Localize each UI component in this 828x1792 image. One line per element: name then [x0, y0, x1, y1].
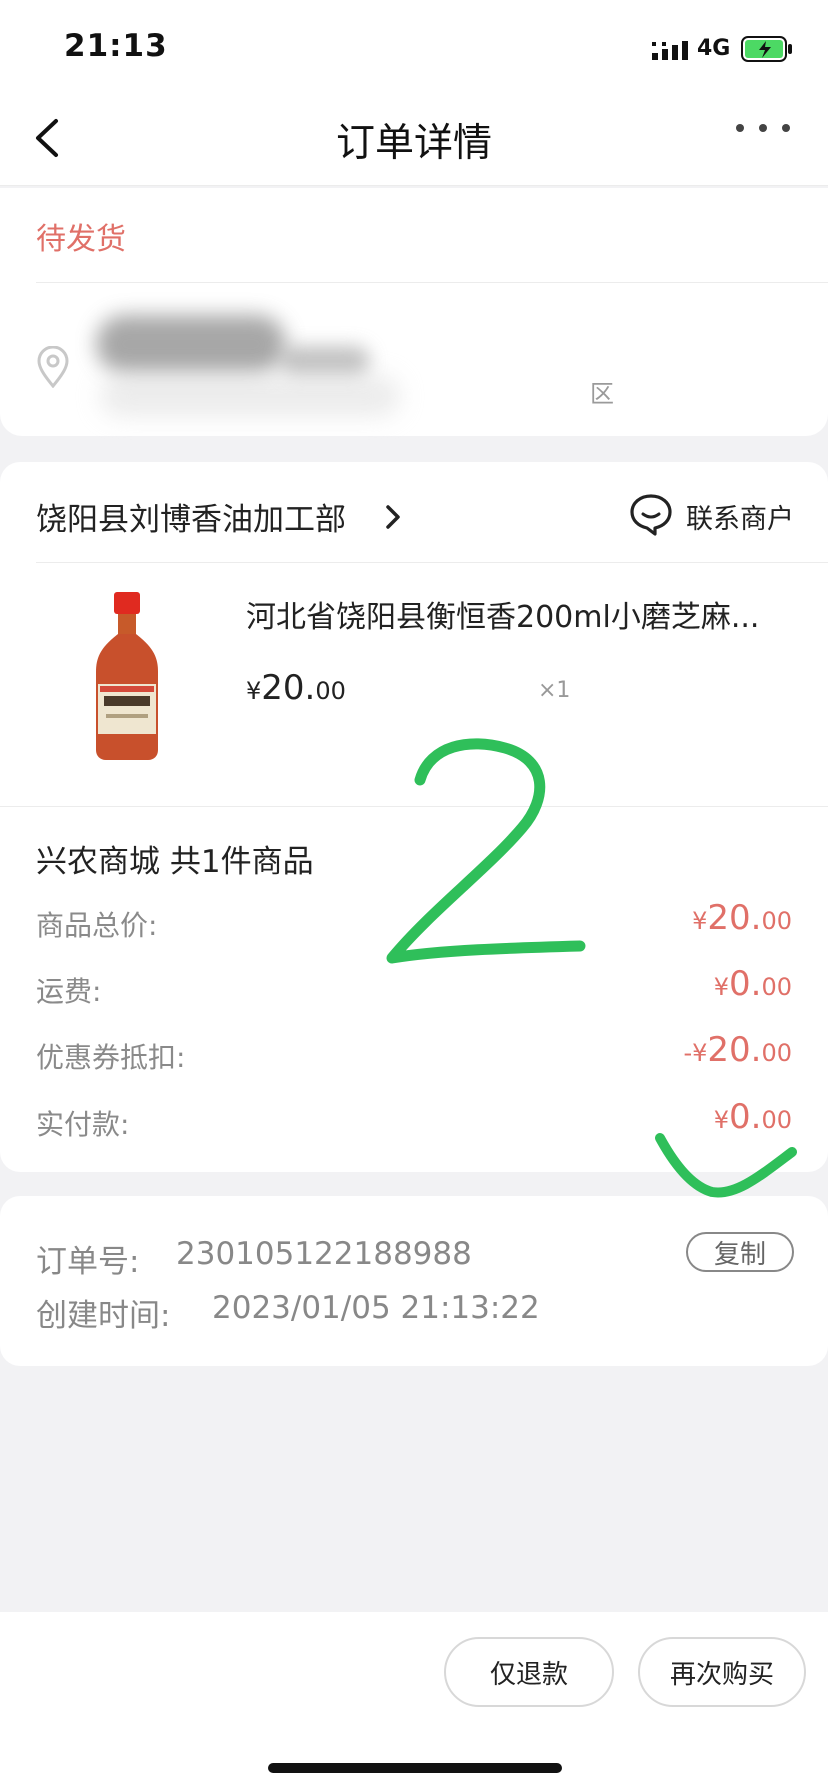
- shop-name[interactable]: 饶阳县刘博香油加工部: [36, 494, 346, 539]
- summary-row-value: -¥20.00: [683, 1030, 792, 1070]
- divider: [0, 806, 828, 807]
- summary-row-value: ¥0.00: [713, 1097, 792, 1137]
- page-title: 订单详情: [335, 121, 492, 166]
- more-dots-icon[interactable]: [732, 118, 794, 138]
- created-time: 2023/01/05 21:13:22: [212, 1290, 540, 1326]
- signal-bars-icon: [652, 41, 688, 60]
- order-status: 待发货: [36, 222, 126, 257]
- summary-row-label: 运费:: [36, 975, 102, 1008]
- chevron-right-icon[interactable]: [382, 502, 404, 532]
- contact-merchant-label[interactable]: 联系商户: [686, 497, 794, 536]
- location-pin-icon: [37, 346, 69, 388]
- status-time: 21:13: [64, 28, 168, 64]
- address-fragment: 区: [590, 380, 614, 408]
- redacted-address: [96, 315, 286, 373]
- refund-only-button[interactable]: 仅退款: [444, 1637, 614, 1707]
- order-info-card: [0, 1196, 828, 1366]
- buy-again-button[interactable]: 再次购买: [638, 1637, 806, 1707]
- summary-row-value: ¥20.00: [692, 898, 792, 938]
- home-indicator[interactable]: [268, 1763, 562, 1773]
- copy-button[interactable]: 复制: [686, 1232, 794, 1272]
- battery-charging-icon: [741, 36, 792, 62]
- divider: [36, 282, 828, 283]
- product-name[interactable]: 河北省饶阳县衡恒香200ml小磨芝麻...: [246, 592, 786, 636]
- product-image[interactable]: [90, 592, 164, 760]
- divider: [36, 562, 828, 563]
- summary-title: 兴农商城 共1件商品: [36, 844, 314, 880]
- redacted-address: [100, 376, 400, 416]
- network-type: 4G: [697, 36, 731, 61]
- product-quantity: ×1: [538, 678, 571, 703]
- order-number: 230105122188988: [176, 1236, 472, 1272]
- summary-row-label: 商品总价:: [36, 909, 158, 942]
- summary-row-label: 优惠券抵扣:: [36, 1041, 186, 1074]
- summary-row-value: ¥0.00: [713, 964, 792, 1004]
- created-time-label: 创建时间:: [36, 1298, 171, 1334]
- summary-row-label: 实付款:: [36, 1108, 130, 1141]
- product-price: ¥20.00: [246, 668, 346, 708]
- chat-bubble-icon[interactable]: [628, 492, 674, 536]
- order-number-label: 订单号:: [36, 1244, 140, 1280]
- redacted-address: [280, 346, 370, 376]
